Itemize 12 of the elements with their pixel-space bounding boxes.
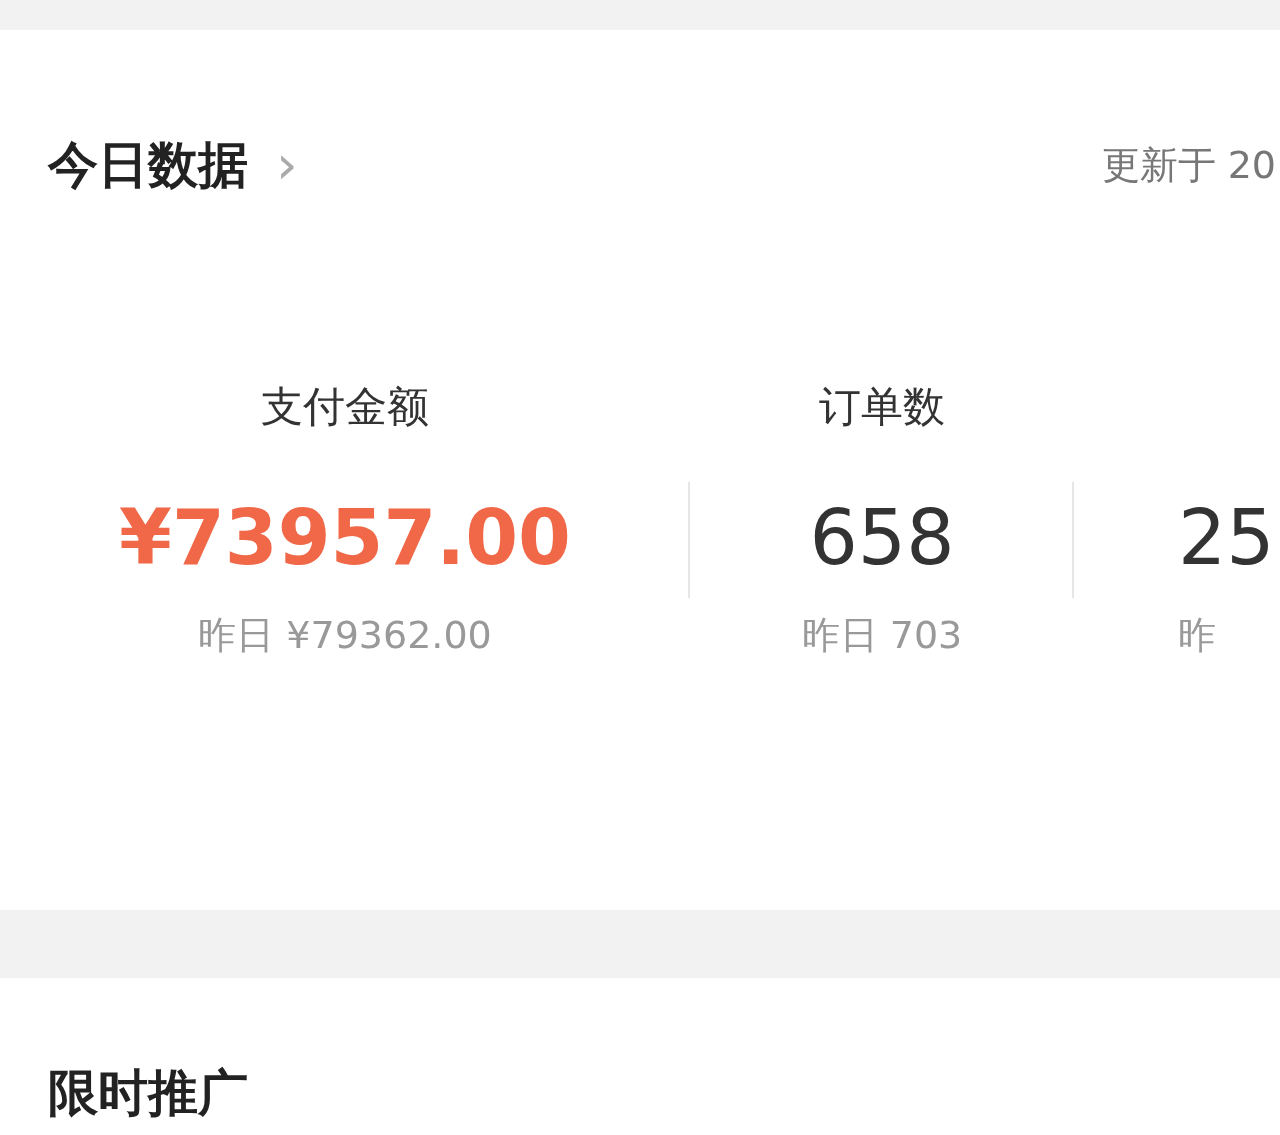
card-title: 今日数据 bbox=[48, 140, 248, 190]
metric-label: 订单数 bbox=[819, 382, 945, 432]
metric-value: 658 bbox=[809, 500, 955, 576]
update-time: 更新于 20 bbox=[1101, 146, 1276, 184]
yesterday-value: 昨日 703 bbox=[801, 616, 963, 654]
metric-value: ¥73957.00 bbox=[119, 500, 571, 576]
yesterday-value: 昨日 ¥79362.00 bbox=[198, 616, 492, 654]
card-title: 限时推广 bbox=[48, 1064, 248, 1122]
chevron-icon[interactable]: › bbox=[276, 138, 298, 192]
metric-value: 25 bbox=[1178, 500, 1275, 576]
yesterday-value: 昨 bbox=[1178, 616, 1216, 654]
metric-label: 支付金额 bbox=[261, 382, 429, 432]
